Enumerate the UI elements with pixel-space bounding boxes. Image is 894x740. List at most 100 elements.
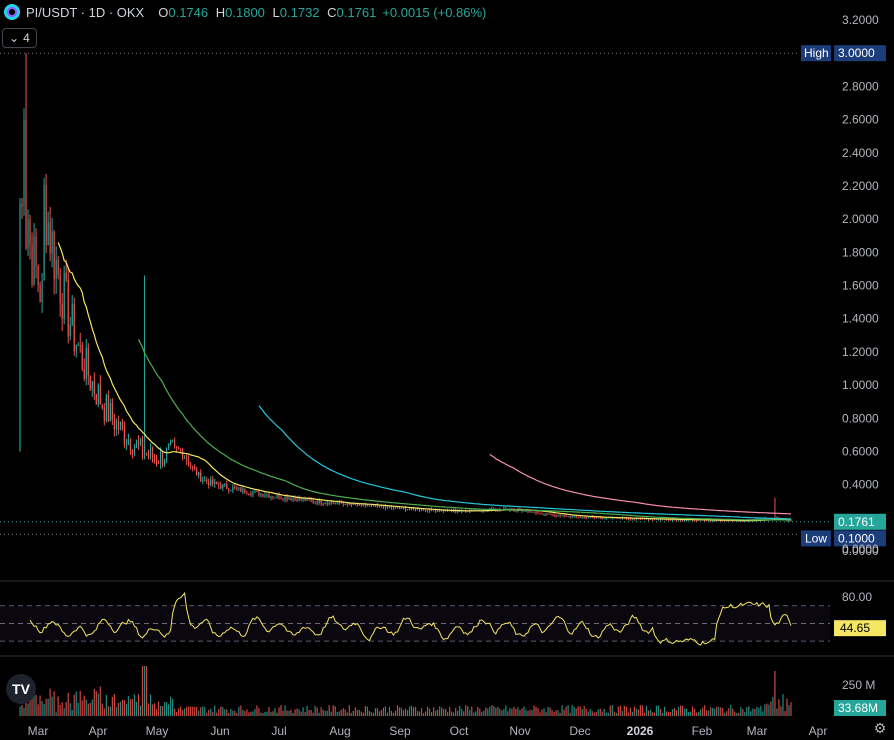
- candle-body: [65, 272, 67, 280]
- volume-bar: [398, 707, 401, 716]
- volume-bar: [298, 709, 300, 716]
- volume-bar: [499, 708, 501, 716]
- price-axis[interactable]: 0.0000 0.4000 0.6000 0.8000 1.0000 1.2000 1.40…: [801, 13, 886, 558]
- candle-body: [633, 518, 635, 520]
- candle-body: [91, 381, 93, 390]
- candle-body: [109, 403, 111, 422]
- symbol-title[interactable]: PI/USDT · 1D · OKX: [26, 5, 144, 20]
- candle-body: [85, 347, 87, 379]
- chart-canvas[interactable]: 80.00 44.65 250 M 33.68M 0.0000 0.4000 0.600…: [0, 0, 894, 740]
- time-tick-label: Sep: [389, 724, 411, 738]
- volume-bar: [647, 710, 650, 716]
- volume-bar: [103, 708, 105, 716]
- volume-bar: [742, 709, 744, 716]
- rsi-tick-label: 80.00: [842, 590, 872, 604]
- tradingview-logo-icon[interactable]: TV: [6, 674, 36, 704]
- volume-pane[interactable]: 250 M 33.68M: [19, 666, 886, 716]
- volume-bar: [115, 706, 117, 716]
- candle-body: [256, 490, 258, 492]
- candle-body: [280, 498, 282, 500]
- candle-body: [332, 502, 334, 504]
- volume-bar: [422, 712, 425, 716]
- time-tick-label: May: [146, 724, 169, 738]
- candle-body: [388, 507, 391, 509]
- volume-bar: [627, 712, 629, 716]
- candle-body: [27, 219, 29, 249]
- price-tick-label: 0.4000: [842, 478, 879, 492]
- volume-bar: [95, 691, 97, 716]
- time-tick-label: Oct: [450, 724, 469, 738]
- price-tick-label: 2.4000: [842, 146, 879, 160]
- volume-bar: [45, 698, 47, 716]
- volume-bar: [406, 710, 409, 716]
- volume-bar: [155, 709, 158, 716]
- volume-bar: [125, 703, 128, 716]
- volume-bar: [426, 706, 429, 716]
- volume-bar: [55, 712, 57, 716]
- time-axis[interactable]: Mar Apr May Jun Jul Aug Sep Oct Nov Dec 2026 Feb Mar…: [28, 724, 828, 738]
- volume-bar: [135, 701, 138, 716]
- volume-bar: [99, 686, 101, 716]
- candle-body: [539, 513, 541, 515]
- gear-icon[interactable]: ⚙: [872, 720, 888, 736]
- volume-bar: [565, 706, 567, 716]
- candle-body: [218, 484, 220, 486]
- volume-bar: [294, 709, 296, 716]
- ohlc-values: O0.1746 H0.1800 L0.1732 C0.1761: [154, 5, 376, 20]
- candle-body: [589, 516, 591, 518]
- price-pane[interactable]: [0, 52, 894, 657]
- candle-body: [161, 452, 164, 466]
- volume-bar: [89, 702, 91, 716]
- candle-body: [23, 119, 25, 207]
- volume-bar: [244, 711, 246, 716]
- candle-body: [406, 509, 409, 511]
- volume-bar: [248, 712, 250, 716]
- candle-body: [408, 509, 411, 511]
- volume-bar: [479, 708, 481, 716]
- volume-bar: [730, 705, 732, 716]
- candle-body: [163, 461, 166, 466]
- candle-body: [549, 513, 551, 515]
- volume-bar: [288, 710, 290, 716]
- candle-body: [587, 517, 589, 519]
- volume-bar: [430, 712, 433, 716]
- volume-bar: [19, 706, 21, 716]
- volume-bar: [117, 703, 119, 716]
- candle-body: [316, 501, 318, 504]
- volume-bar: [677, 706, 680, 716]
- candle-body: [67, 279, 69, 337]
- volume-bar: [746, 707, 748, 716]
- candle-body: [216, 481, 218, 485]
- time-tick-label: Jun: [210, 724, 229, 738]
- candle-body: [169, 440, 172, 445]
- volume-bar: [581, 709, 583, 716]
- ma-long-line: [489, 453, 792, 515]
- rsi-pane[interactable]: 80.00 44.65: [0, 590, 886, 646]
- candle-body: [523, 510, 525, 512]
- volume-bar: [551, 709, 553, 716]
- candle-body: [374, 505, 376, 507]
- volume-bar: [67, 692, 69, 716]
- candle-body: [525, 510, 527, 512]
- volume-bar: [453, 712, 455, 716]
- volume-bar: [645, 705, 648, 716]
- volume-bar: [318, 712, 320, 716]
- candle-body: [288, 498, 290, 500]
- candles: [19, 53, 792, 523]
- volume-bar: [744, 712, 746, 716]
- price-tick-label: 1.4000: [842, 312, 879, 326]
- volume-bar: [778, 699, 780, 716]
- indicators-collapse-button[interactable]: ⌄ 4: [2, 28, 37, 48]
- volume-bar: [240, 705, 242, 716]
- volume-bar: [651, 712, 654, 716]
- volume-bar: [159, 705, 162, 716]
- volume-bar: [147, 703, 150, 716]
- volume-bar: [748, 706, 750, 716]
- volume-bar: [356, 709, 358, 716]
- candle-body: [51, 231, 53, 254]
- volume-bar: [521, 708, 523, 716]
- candle-body: [83, 368, 85, 379]
- volume-bar: [384, 706, 387, 716]
- volume-bar: [109, 706, 111, 716]
- volume-bar: [119, 701, 121, 716]
